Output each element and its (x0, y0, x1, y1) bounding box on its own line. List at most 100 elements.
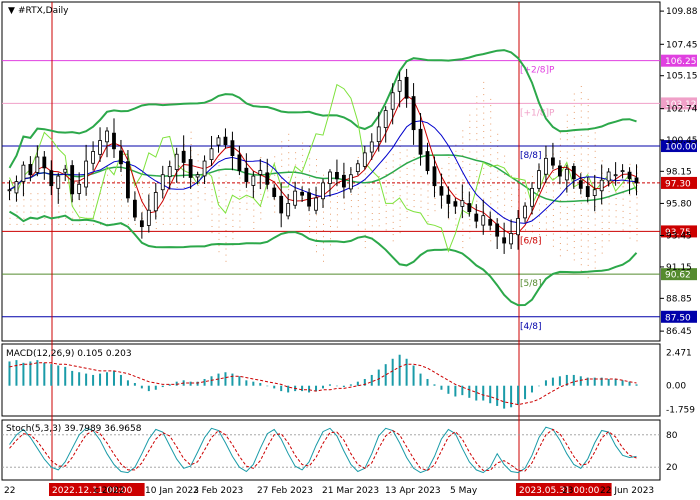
cloud-dot (504, 186, 506, 188)
cloud-dot (225, 254, 227, 256)
cloud-dot (239, 202, 241, 203)
murrey-level-label: [5/8] (520, 279, 542, 289)
time-tick-label: 5 May (450, 486, 478, 496)
chart-canvas[interactable]: [+2/8]P106.25[+1/8]P103.12[8/8]100.00[6/… (0, 0, 700, 500)
cloud-dot (72, 211, 74, 213)
cloud-dot (267, 196, 269, 198)
cloud-dot (490, 240, 492, 242)
cloud-dot (580, 104, 582, 106)
cloud-dot (281, 165, 283, 167)
cloud-dot (330, 238, 331, 240)
cloud-dot (239, 214, 241, 216)
cloud-dot (302, 154, 304, 156)
candle-body (77, 183, 82, 194)
cloud-dot (483, 131, 485, 132)
stoch-panel: 80 20 (2, 426, 678, 473)
cloud-dot (169, 211, 171, 213)
chart-title-arrow-icon: ▼ (8, 6, 15, 16)
candle-body (495, 223, 500, 237)
cloud-dot (23, 205, 25, 207)
cloud-dot (469, 170, 471, 171)
macd-histogram-bar (126, 380, 129, 386)
cloud-dot (580, 98, 582, 100)
cloud-dot (608, 234, 610, 236)
cloud-dot (413, 206, 415, 208)
macd-histogram-bar (273, 385, 276, 389)
cloud-dot (462, 142, 464, 144)
macd-histogram-bar (391, 358, 394, 386)
cloud-dot (573, 148, 575, 150)
cloud-dot (587, 172, 589, 174)
cloud-dot (86, 223, 88, 225)
cloud-dot (162, 211, 164, 213)
cloud-dot (114, 180, 115, 182)
cloud-dot (225, 223, 227, 225)
candle-body (564, 168, 569, 181)
cloud-dot (364, 228, 366, 230)
candle-body (63, 168, 68, 173)
cloud-dot (357, 218, 359, 220)
candle-body (293, 190, 298, 206)
cloud-dot (343, 208, 345, 210)
cloud-dot (601, 246, 603, 248)
cloud-dot (336, 214, 338, 216)
cloud-dot (114, 199, 115, 201)
cloud-dot (483, 100, 485, 102)
candle-body (376, 126, 381, 143)
cloud-dot (93, 223, 95, 225)
candle-body (585, 186, 590, 197)
cloud-dot (587, 221, 589, 223)
cloud-dot (281, 159, 283, 161)
cloud-dot (420, 206, 422, 208)
cloud-dot (636, 221, 638, 223)
cloud-dot (462, 179, 464, 181)
cloud-dot (545, 228, 547, 230)
price-tick-label: 93.45 (666, 232, 692, 242)
cloud-dot (79, 217, 81, 219)
time-tick-label: c 2022 (94, 486, 125, 496)
cloud-dot (406, 174, 408, 175)
cloud-dot (580, 208, 582, 210)
cloud-dot (288, 139, 290, 141)
candle-body (404, 76, 409, 99)
time-tick-label: 21 Mar 2023 (322, 486, 379, 496)
cloud-dot (490, 191, 492, 193)
cloud-dot (552, 196, 554, 198)
cloud-dot (615, 204, 617, 206)
cloud-dot (413, 187, 415, 189)
cloud-dot (364, 185, 366, 187)
cloud-dot (476, 126, 478, 128)
cloud-dot (211, 201, 213, 203)
macd-histogram-bar (238, 376, 241, 386)
cloud-dot (455, 169, 457, 171)
cloud-dot (364, 247, 366, 249)
cloud-dot (608, 191, 610, 193)
macd-histogram-bar (447, 385, 450, 394)
cloud-dot (37, 223, 39, 225)
price-tick-label: 86.45 (666, 327, 692, 337)
macd-histogram-bar (22, 362, 25, 386)
cloud-dot (183, 223, 185, 225)
cloud-dot (511, 193, 513, 195)
cloud-dot (309, 164, 311, 166)
cloud-dot (141, 187, 143, 188)
cloud-dot (608, 240, 610, 242)
candle-body (348, 174, 353, 190)
cloud-dot (183, 199, 185, 201)
cloud-dot (350, 200, 352, 201)
cloud-dot (190, 137, 192, 139)
cloud-dot (211, 213, 213, 215)
cloud-dot (218, 183, 220, 185)
cloud-dot (406, 210, 408, 212)
candle-body (369, 141, 374, 153)
cloud-dot (580, 141, 582, 143)
cloud-dot (559, 218, 561, 220)
cloud-dot (330, 232, 331, 234)
cloud-dot (490, 105, 492, 107)
cloud-dot (30, 223, 32, 225)
cloud-dot (483, 155, 485, 157)
cloud-dot (455, 224, 457, 226)
macd-histogram-bar (614, 378, 617, 386)
cloud-dot (573, 99, 575, 101)
cloud-dot (253, 209, 255, 211)
